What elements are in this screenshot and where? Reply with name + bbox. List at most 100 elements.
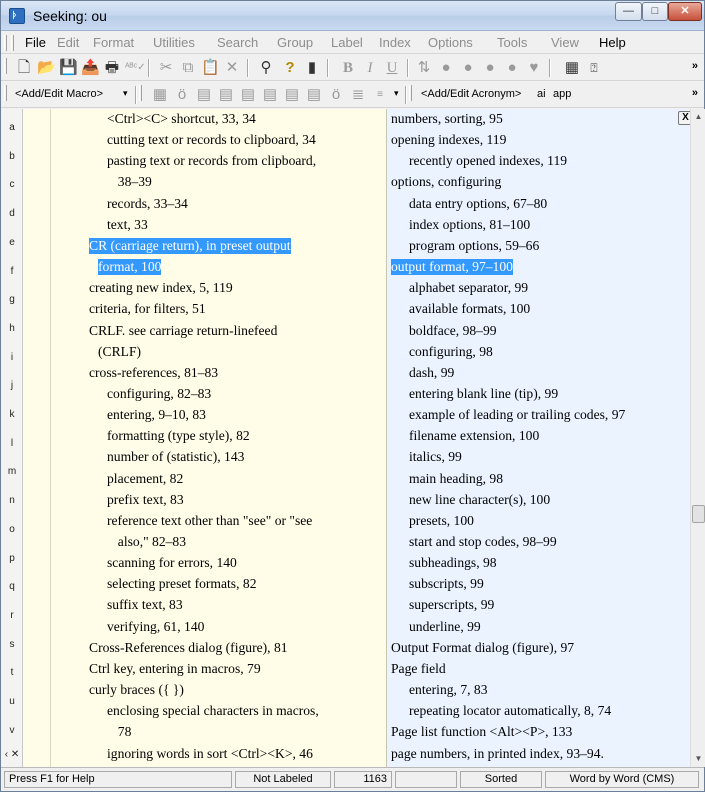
index-entry[interactable]: creating new index, 5, 119 [89,280,233,296]
letter-jump-v[interactable]: v [1,725,23,736]
index-entry-selected[interactable]: format, 100 [98,259,162,276]
index-entry[interactable]: number of (statistic), 143 [107,449,244,465]
index-pane-left[interactable]: <Ctrl><C> shortcut, 33, 34 cutting text o… [23,109,387,767]
chevron-down-icon[interactable]: ▾ [123,88,128,99]
maximize-button[interactable]: □ [642,2,668,21]
toolbar-grip[interactable] [139,85,142,101]
menu-help[interactable]: Help [599,35,626,50]
toolbar-grip[interactable] [409,85,412,101]
menubar-grip[interactable] [4,35,7,51]
open-folder-icon[interactable]: 📂 [37,59,56,77]
print-icon[interactable]: 🖶 [103,59,121,77]
letter-jump-b[interactable]: b [1,151,23,162]
minimize-button[interactable]: — [615,2,642,21]
index-entry[interactable]: subheadings, 98 [409,555,497,571]
add-edit-acronym-dropdown[interactable]: <Add/Edit Acronym> [421,88,521,100]
index-entry[interactable]: 38–39 [118,174,152,190]
new-document-icon[interactable]: 🗋 [15,59,33,77]
index-entry[interactable]: 78 [118,724,132,740]
index-entry[interactable]: data entry options, 67–80 [409,196,547,212]
index-entry[interactable]: text, 33 [107,217,148,233]
menu-view[interactable]: View [551,35,579,50]
index-entry[interactable]: reference text other than "see" or "see [107,513,312,529]
menu-index[interactable]: Index [379,35,411,50]
index-entry[interactable]: underline, 99 [409,619,481,635]
save-icon[interactable]: 💾 [59,59,78,77]
index-entry[interactable]: cross-references, 81–83 [89,365,218,381]
query-icon[interactable]: ? [281,59,299,77]
index-entry[interactable]: opening indexes, 119 [391,132,506,148]
index-entry[interactable]: Ctrl key, entering in macros, 79 [89,661,261,677]
delete-icon[interactable]: ✕ [223,59,241,77]
index-entry[interactable]: suffix text, 83 [107,597,183,613]
letter-jump-m[interactable]: m [1,466,23,477]
toolbar2-overflow-chevron[interactable]: » [692,87,698,99]
index-entry[interactable]: criteria, for filters, 51 [89,301,206,317]
index-entry[interactable]: enclosing special characters in macros, [107,703,319,719]
letter-jump-g[interactable]: g [1,294,23,305]
toolbar-grip[interactable] [4,85,7,101]
sort-icon[interactable]: ⇅ [415,59,433,77]
letter-jump-c[interactable]: c [1,179,23,190]
see-also-icon[interactable]: ≡ [371,86,389,104]
acronym-app-button[interactable]: app [553,88,571,100]
index-entry[interactable]: recently opened indexes, 119 [409,153,567,169]
spellcheck-icon[interactable]: ᴬᴮᶜ✓ [125,59,146,77]
index-entry[interactable]: page numbers, in printed index, 93–94. [391,746,604,762]
letter-jump-r[interactable]: r [1,610,23,621]
menu-utilities[interactable]: Utilities [153,35,195,50]
index-entry[interactable]: main heading, 98 [409,471,503,487]
macro-d-icon[interactable]: ▤ [261,86,279,104]
index-entry[interactable]: <Ctrl><C> shortcut, 33, 34 [107,111,256,127]
index-entry[interactable]: alphabet separator, 99 [409,280,528,296]
index-pane-right[interactable]: numbers, sorting, 95 opening indexes, 119… [387,109,690,767]
acronym-ai-button[interactable]: ai [537,88,546,100]
char-ö2-icon[interactable]: ö [327,86,345,104]
letter-jump-k[interactable]: k [1,409,23,420]
macro-b-icon[interactable]: ▤ [217,86,235,104]
letter-jump-p[interactable]: p [1,553,23,564]
macro-a-icon[interactable]: ▤ [195,86,213,104]
scroll-up-arrow-icon[interactable]: ▲ [691,109,705,125]
letter-jump-o[interactable]: o [1,524,23,535]
index-entry[interactable]: program options, 59–66 [409,238,539,254]
index-entry[interactable]: example of leading or trailing codes, 97 [409,407,625,423]
record-color-3-icon[interactable]: ● [481,59,499,77]
index-entry[interactable]: start and stop codes, 98–99 [409,534,557,550]
index-entry[interactable]: configuring, 98 [409,344,493,360]
underline-icon[interactable]: U [383,59,401,77]
macro-c-icon[interactable]: ▤ [239,86,257,104]
add-edit-macro-dropdown[interactable]: <Add/Edit Macro> [15,88,103,100]
index-entry[interactable]: CRLF. see carriage return-linefeed [89,323,277,339]
index-entry[interactable]: dash, 99 [409,365,454,381]
index-entry[interactable]: superscripts, 99 [409,597,494,613]
index-entry[interactable]: ignoring words in sort <Ctrl><K>, 46 [107,746,313,762]
italic-icon[interactable]: I [361,59,379,77]
menu-file[interactable]: File [25,35,46,50]
index-entry[interactable]: formatting (type style), 82 [107,428,250,444]
record-color-1-icon[interactable]: ● [437,59,455,77]
letter-jump-s[interactable]: s [1,639,23,650]
toolbar-grip[interactable] [4,58,7,74]
index-entry[interactable]: Cross-References dialog (figure), 81 [89,640,288,656]
index-entry[interactable]: entering, 7, 83 [409,682,488,698]
menu-search[interactable]: Search [217,35,258,50]
index-entry[interactable]: repeating locator automatically, 8, 74 [409,703,611,719]
scroll-down-arrow-icon[interactable]: ▼ [691,751,705,767]
index-entry[interactable]: entering blank line (tip), 99 [409,386,558,402]
index-entry[interactable]: records, 33–34 [107,196,188,212]
copy-icon[interactable]: ⧉ [179,59,197,77]
index-entry[interactable]: options, configuring [391,174,501,190]
index-entry[interactable]: filename extension, 100 [409,428,539,444]
letter-scroll-icon[interactable]: ‹ ✕ [1,749,23,760]
index-entry[interactable]: cutting text or records to clipboard, 34 [107,132,316,148]
ruler-icon[interactable]: ▮ [303,59,321,77]
record-color-4-icon[interactable]: ● [503,59,521,77]
letter-jump-a[interactable]: a [1,122,23,133]
menu-format[interactable]: Format [93,35,134,50]
macro-f-icon[interactable]: ▤ [305,86,323,104]
menu-options[interactable]: Options [428,35,473,50]
letter-jump-l[interactable]: l [1,438,23,449]
letter-jump-f[interactable]: f [1,266,23,277]
help-icon[interactable]: ⍰ [585,59,603,77]
